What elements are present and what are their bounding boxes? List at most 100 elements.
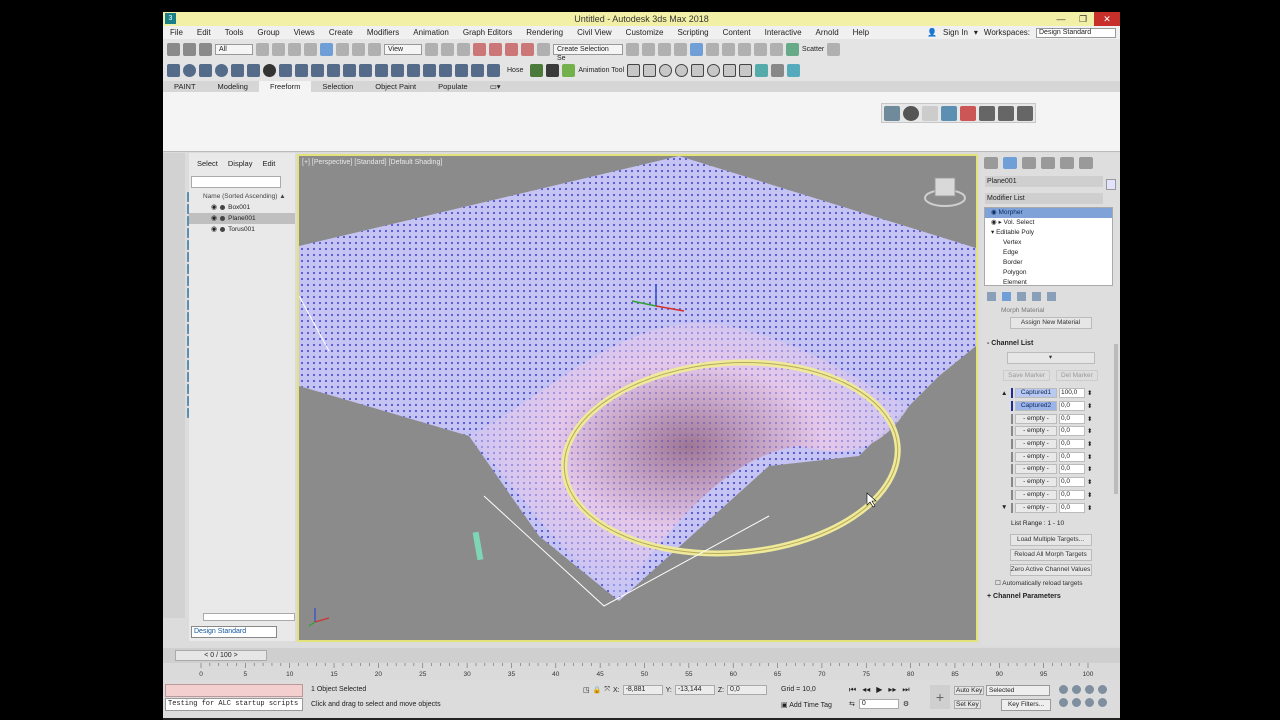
channel-name-button[interactable]: - empty - [1015, 464, 1057, 475]
named-selection-set-dropdown[interactable]: Create Selection Se [553, 44, 623, 62]
text-shape-icon[interactable] [755, 64, 769, 77]
eye-icon[interactable]: ◉ [211, 202, 217, 213]
zoom-icon[interactable] [1059, 685, 1068, 694]
align-icon[interactable] [642, 43, 655, 56]
menu-rendering[interactable]: Rendering [519, 26, 570, 39]
prism-icon[interactable] [471, 64, 484, 77]
hedra-icon[interactable] [343, 64, 356, 77]
show-end-result-icon[interactable] [1002, 292, 1011, 301]
select-object-icon[interactable] [256, 43, 269, 56]
del-marker-button[interactable]: Del Marker [1056, 370, 1098, 381]
explorer-search-input[interactable] [191, 176, 281, 188]
ribbon-options-icon[interactable]: ▭▾ [479, 81, 512, 92]
curve-editor-icon[interactable] [690, 43, 703, 56]
reference-coordinate-dropdown[interactable]: View [384, 44, 422, 55]
channel-value-spinner[interactable]: 0,0 [1059, 489, 1085, 500]
tab-display[interactable]: Display [228, 159, 253, 168]
list-item-torus001[interactable]: ◉ Torus001 [211, 224, 295, 235]
move-icon[interactable] [320, 43, 333, 56]
stack-subobject-element[interactable]: Element [985, 278, 1112, 285]
channel-row[interactable]: - empty -0,0 ⬍ [1001, 450, 1120, 463]
layer-icon[interactable] [658, 43, 671, 56]
channel-list-rollout[interactable]: - Channel List [981, 332, 1120, 349]
tab-select[interactable]: Select [197, 159, 218, 168]
scale-icon[interactable] [352, 43, 365, 56]
torus-icon[interactable] [215, 64, 228, 77]
eye-icon[interactable]: ◉ [211, 213, 217, 224]
current-frame-field[interactable]: 0 [858, 699, 899, 709]
isolate-icon[interactable]: ◳ [583, 686, 590, 694]
render-setup-icon[interactable] [738, 43, 751, 56]
teapot-primitive-icon[interactable] [231, 64, 244, 77]
channel-name-button[interactable]: - empty - [1015, 451, 1057, 462]
command-panel-scrollbar[interactable] [1114, 344, 1118, 494]
maximize-viewport-icon[interactable] [1098, 698, 1107, 707]
menu-interactive[interactable]: Interactive [758, 26, 809, 39]
rectangle-selection-icon[interactable] [288, 43, 301, 56]
capsule-icon[interactable] [455, 64, 468, 77]
set-key-button[interactable]: Set Key [954, 700, 981, 709]
scatter-label[interactable]: Scatter [802, 46, 824, 53]
app-logo-icon[interactable]: 3 [165, 13, 176, 24]
foliage-icon[interactable] [530, 64, 544, 77]
channel-name-button[interactable]: Captured2 [1015, 401, 1057, 412]
donut-shape-icon[interactable] [707, 64, 721, 77]
torus-knot-icon[interactable] [487, 64, 500, 77]
stack-subobject-border[interactable]: Border [985, 258, 1112, 268]
load-multiple-targets-button[interactable]: Load Multiple Targets... [1009, 533, 1092, 546]
utilities-tab-icon[interactable] [1079, 157, 1093, 169]
schematic-view-icon[interactable] [706, 43, 719, 56]
gengon-icon[interactable] [423, 64, 436, 77]
viewcube-icon[interactable] [924, 177, 966, 207]
line-icon[interactable] [627, 64, 641, 77]
undo-icon[interactable] [167, 43, 180, 56]
zero-active-channels-button[interactable]: Zero Active Channel Values [1009, 563, 1092, 576]
menu-civil-view[interactable]: Civil View [570, 26, 619, 39]
list-item-plane001[interactable]: ◉ Plane001 [189, 213, 295, 224]
ellipse-shape-icon[interactable] [675, 64, 689, 77]
horizontal-scrollbar[interactable] [203, 613, 295, 621]
ngon-shape-icon[interactable] [723, 64, 737, 77]
lock-selection-icon[interactable]: 🔒 [593, 686, 602, 694]
spinner-arrows-icon[interactable]: ⬍ [1087, 478, 1092, 486]
viewport-label[interactable]: [+] [Perspective] [Standard] [Default Sh… [302, 159, 442, 166]
channel-value-spinner[interactable]: 0,0 [1059, 451, 1085, 462]
maxscript-output[interactable]: Testing for ALC startup scripts [165, 698, 303, 711]
sort-arrow-icon[interactable]: ▲ [279, 193, 285, 200]
cone-icon[interactable] [247, 64, 260, 77]
mirror-icon[interactable] [626, 43, 639, 56]
rectangle-shape-icon[interactable] [643, 64, 657, 77]
tab-populate[interactable]: Populate [427, 81, 479, 92]
stack-subobject-vertex[interactable]: Vertex [985, 238, 1112, 248]
make-unique-icon[interactable] [1017, 292, 1026, 301]
minimize-button[interactable]: — [1050, 12, 1072, 26]
key-filters-button[interactable]: Key Filters... [1001, 699, 1051, 711]
select-by-name-icon[interactable] [272, 43, 285, 56]
perspective-viewport[interactable]: [+] [Perspective] [Standard] [Default Sh… [297, 154, 978, 642]
snap-icon[interactable] [473, 43, 486, 56]
column-header[interactable]: Name (Sorted Ascending) ▲ [189, 193, 295, 200]
plane-icon[interactable] [311, 64, 324, 77]
spinner-arrows-icon[interactable]: ⬍ [1087, 415, 1092, 423]
chamfer-box-icon[interactable] [359, 64, 372, 77]
menu-scripting[interactable]: Scripting [670, 26, 715, 39]
zoom-extents-all-icon[interactable] [1098, 685, 1107, 694]
assign-new-material-button[interactable]: Assign New Material [1009, 317, 1092, 329]
menu-animation[interactable]: Animation [406, 26, 456, 39]
spindle-icon[interactable] [407, 64, 420, 77]
channel-value-spinner[interactable]: 0,0 [1059, 477, 1085, 488]
scroll-down-icon[interactable]: ▼ [1001, 504, 1009, 511]
channel-name-button[interactable]: - empty - [1015, 426, 1057, 437]
select-manipulate-icon[interactable] [441, 43, 454, 56]
channel-value-spinner[interactable]: 0,0 [1059, 426, 1085, 437]
idle-area-icon[interactable] [903, 106, 919, 121]
circle-shape-icon[interactable] [659, 64, 673, 77]
spinner-arrows-icon[interactable]: ⬍ [1087, 427, 1092, 435]
edit-named-selection-icon[interactable] [537, 43, 550, 56]
menu-content[interactable]: Content [716, 26, 758, 39]
stack-subobject-polygon[interactable]: Polygon [985, 268, 1112, 278]
define-flows-icon[interactable] [884, 106, 900, 121]
scene-explorer-icon[interactable] [674, 43, 687, 56]
orbit-icon[interactable] [1085, 698, 1094, 707]
auto-reload-checkbox[interactable]: ☐ Automatically reload targets [995, 579, 1120, 587]
